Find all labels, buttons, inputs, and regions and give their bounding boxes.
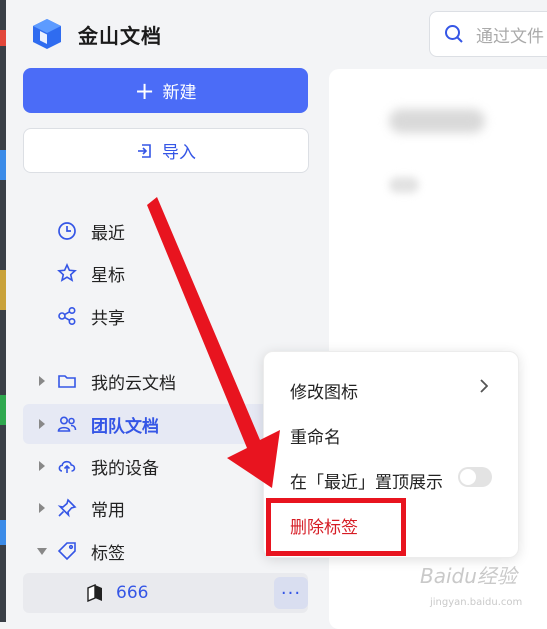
nav-item-shared[interactable]: 共享: [23, 296, 308, 336]
caret-right-icon: [39, 503, 45, 513]
tag-icon: [57, 542, 76, 561]
nav-item-label: 标签: [91, 543, 125, 564]
blurred-heading: [389, 109, 485, 133]
menu-item-rename[interactable]: 重命名: [290, 423, 341, 448]
nav-item-recent[interactable]: 最近: [23, 211, 308, 251]
nav-item-label: 最近: [91, 223, 125, 244]
search-icon: [445, 25, 463, 43]
menu-item-change-icon[interactable]: 修改图标: [290, 378, 358, 403]
plus-icon: +: [134, 76, 155, 105]
nav-item-label: 共享: [91, 308, 125, 329]
import-button[interactable]: 导入: [23, 128, 309, 173]
pin-icon: [57, 498, 77, 518]
app-title: 金山文档: [78, 23, 162, 48]
nav-item-label: 我的设备: [91, 458, 159, 479]
toggle-knob: [460, 469, 476, 485]
import-button-label: 导入: [162, 143, 196, 163]
pin-to-recent-toggle[interactable]: [458, 467, 492, 487]
caret-right-icon: [39, 419, 45, 429]
share-icon: [58, 306, 76, 326]
folder-icon: [58, 375, 76, 388]
nav-item-starred[interactable]: 星标: [23, 253, 308, 293]
caret-right-icon: [39, 461, 45, 471]
nav-item-label: 团队文档: [91, 416, 159, 437]
cloud-upload-icon: [58, 460, 76, 473]
menu-item-label: 修改图标: [290, 383, 358, 403]
search-placeholder: 通过文件: [476, 26, 544, 47]
nav-item-label: 我的云文档: [91, 373, 176, 394]
bookmark-icon: [87, 584, 102, 602]
watermark-url: jingyan.baidu.com: [430, 597, 523, 608]
menu-item-pin-to-recent[interactable]: 在「最近」置顶展示: [290, 468, 443, 493]
star-icon: [57, 263, 77, 282]
menu-item-label: 在「最近」置顶展示: [290, 473, 443, 493]
caret-down-icon: [37, 548, 47, 555]
clock-icon: [58, 222, 76, 240]
more-options-button[interactable]: ···: [274, 577, 308, 609]
wps-docs-logo-icon: [33, 19, 61, 49]
tag-item-label: 666: [116, 583, 149, 603]
nav-item-label: 常用: [91, 500, 125, 521]
blurred-text: [389, 177, 419, 193]
annotation-highlight-box: [266, 498, 406, 556]
caret-right-icon: [39, 376, 45, 386]
chevron-right-icon: [480, 379, 488, 393]
new-button-label: 新建: [162, 83, 197, 103]
menu-item-label: 重命名: [290, 428, 341, 448]
team-icon: [57, 416, 77, 432]
new-button[interactable]: + 新建: [23, 68, 308, 113]
tag-item-666[interactable]: 666 ···: [23, 573, 308, 613]
search-input[interactable]: 通过文件: [429, 11, 547, 57]
watermark: Baidu经验: [420, 564, 517, 588]
nav-item-label: 星标: [91, 265, 125, 286]
app-header: 金山文档: [30, 14, 162, 54]
import-icon: [138, 143, 151, 158]
more-icon: ···: [280, 582, 302, 604]
